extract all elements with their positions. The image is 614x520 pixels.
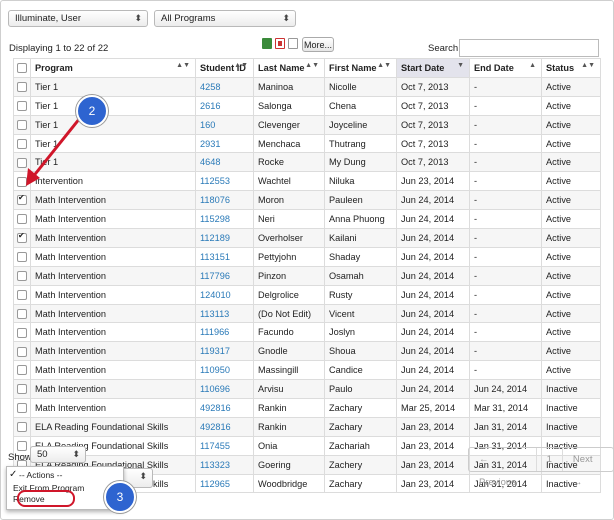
callout-arrow [26,117,82,186]
step-2-callout: 2 [76,95,108,127]
step-3-callout: 3 [104,481,136,513]
